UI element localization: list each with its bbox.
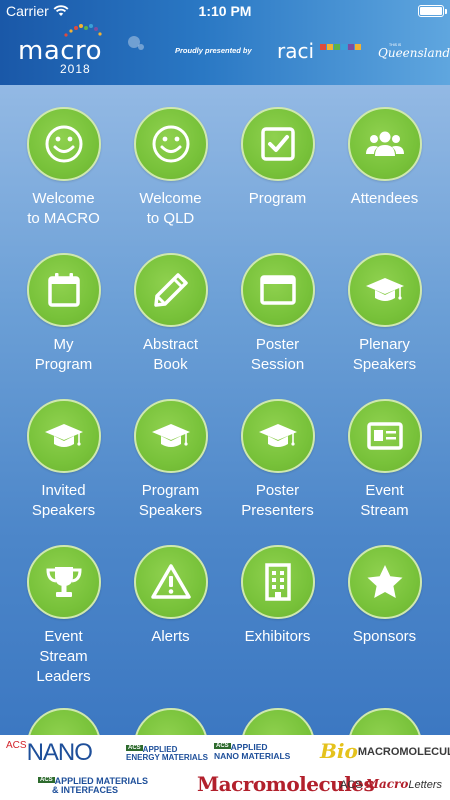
building-icon	[264, 563, 291, 601]
battery-icon	[418, 5, 447, 17]
tile-label: Event Stream	[360, 482, 409, 519]
acs-nano-logo: ACSNANO	[6, 739, 93, 766]
tile-label: Sponsors	[352, 628, 417, 645]
tile-label: Event Stream Leaders	[36, 628, 91, 685]
tile-partial[interactable]	[331, 708, 438, 735]
tile-partial[interactable]	[10, 708, 117, 735]
tile-welcome-to-macro[interactable]: Welcome to MACRO	[10, 107, 117, 229]
tile-event-stream-leaders[interactable]: Event Stream Leaders	[10, 545, 117, 687]
tile-program[interactable]: Program	[224, 107, 331, 209]
pencil-icon	[153, 273, 188, 307]
iupac-logo	[320, 44, 361, 50]
graduation-cap-icon	[44, 424, 83, 447]
people-icon	[365, 131, 404, 156]
id-card-icon	[366, 422, 403, 450]
graduation-cap-icon	[258, 424, 297, 447]
warning-icon	[150, 564, 191, 599]
tile-label: Poster Presenters	[241, 482, 314, 519]
menu-grid: Welcome to MACRO Welcome to QLD Program …	[0, 85, 450, 735]
tile-label: Alerts	[151, 628, 190, 645]
tile-label: Welcome to QLD	[139, 190, 202, 227]
tile-label: Welcome to MACRO	[27, 190, 100, 227]
biomacromolecules-logo: BioMACROMOLECULES	[320, 739, 450, 763]
calendar-icon	[47, 273, 80, 307]
tile-poster-session[interactable]: Poster Session	[224, 253, 331, 375]
presented-by-text: Proudly presented by	[175, 46, 252, 55]
carrier-label: Carrier	[6, 3, 49, 19]
status-bar: Carrier 1:10 PM	[0, 0, 450, 22]
star-icon	[367, 565, 402, 598]
wifi-icon	[53, 5, 69, 16]
tile-attendees[interactable]: Attendees	[331, 107, 438, 209]
tile-sponsors[interactable]: Sponsors	[331, 545, 438, 647]
tile-label: Poster Session	[250, 336, 305, 373]
tile-welcome-to-qld[interactable]: Welcome to QLD	[117, 107, 224, 229]
tile-program-speakers[interactable]: Program Speakers	[117, 399, 224, 521]
tile-my-program[interactable]: My Program	[10, 253, 117, 375]
acs-applied-nano-materials-logo: ACS APPLIED NANO MATERIALS	[214, 742, 291, 761]
tile-label: Plenary Speakers	[352, 336, 417, 373]
raci-logo: raci	[277, 39, 315, 63]
queensland-logo: Queensland	[378, 46, 450, 60]
tile-poster-presenters[interactable]: Poster Presenters	[224, 399, 331, 521]
graduation-cap-icon	[151, 424, 190, 447]
checkbox-icon	[260, 127, 295, 161]
acs-applied-energy-materials-logo: ACS APPLIED ENERGY MATERIALS	[126, 745, 208, 762]
bubble-decoration	[138, 44, 144, 50]
tile-label: Program Speakers	[138, 482, 203, 519]
tile-label: Invited Speakers	[31, 482, 96, 519]
tile-event-stream[interactable]: Event Stream	[331, 399, 438, 521]
tile-label: My Program	[34, 336, 93, 373]
app-logo-year: 2018	[60, 62, 91, 76]
tile-invited-speakers[interactable]: Invited Speakers	[10, 399, 117, 521]
acs-applied-materials-interfaces-logo: ACS APPLIED MATERIALS & INTERFACES	[38, 776, 149, 795]
tile-label: Exhibitors	[244, 628, 311, 645]
smiley-icon	[45, 125, 82, 163]
tile-alerts[interactable]: Alerts	[117, 545, 224, 647]
acs-macro-letters-logo: ACS MacroLetters	[340, 777, 443, 791]
sponsor-banner[interactable]: ACSNANO ACS APPLIED ENERGY MATERIALS ACS A…	[0, 735, 450, 800]
smiley-icon	[152, 125, 189, 163]
trophy-icon	[45, 567, 82, 597]
tile-label: Abstract Book	[142, 336, 199, 373]
tile-plenary-speakers[interactable]: Plenary Speakers	[331, 253, 438, 375]
tile-exhibitors[interactable]: Exhibitors	[224, 545, 331, 647]
graduation-cap-icon	[365, 278, 404, 301]
tile-partial[interactable]	[224, 708, 331, 735]
tile-abstract-book[interactable]: Abstract Book	[117, 253, 224, 375]
tile-partial[interactable]	[117, 708, 224, 735]
window-icon	[259, 275, 296, 305]
tile-label: Attendees	[350, 190, 419, 207]
tile-label: Program	[248, 190, 307, 207]
